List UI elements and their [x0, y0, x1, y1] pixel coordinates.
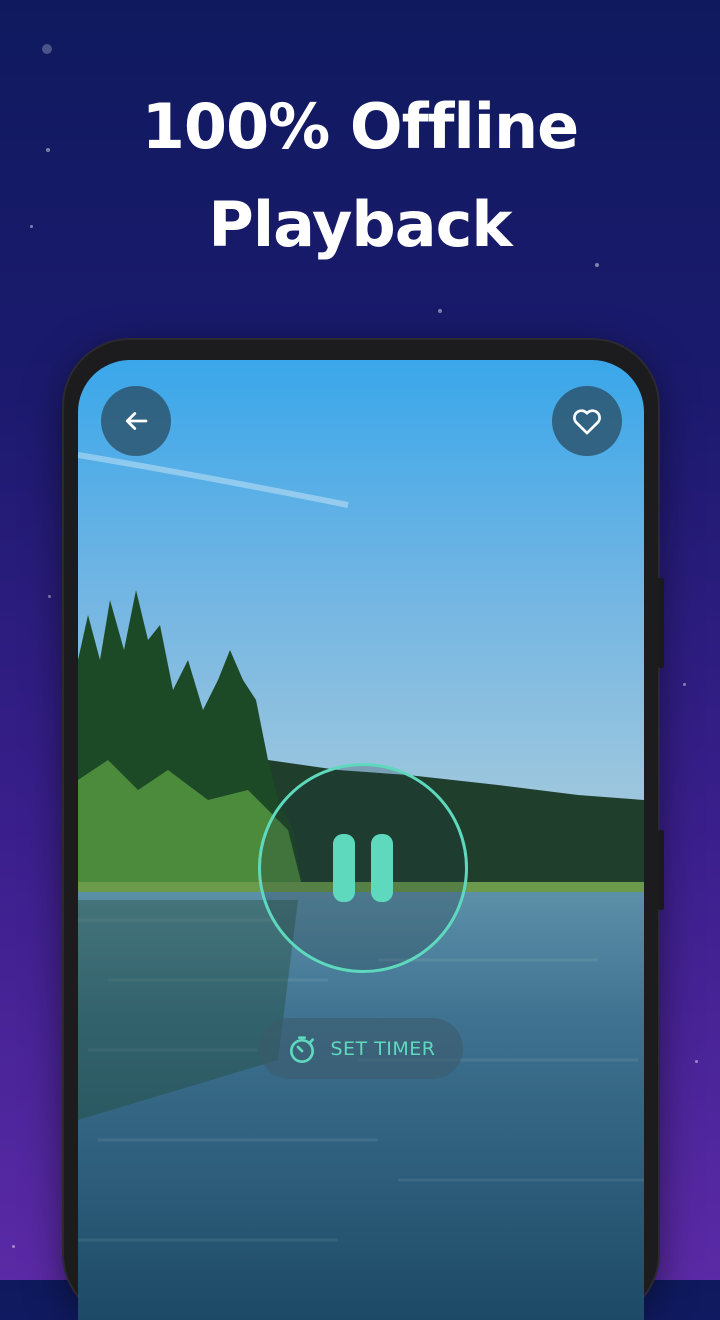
headline-line-2: Playback	[208, 188, 512, 261]
favorite-button[interactable]	[552, 386, 622, 456]
heart-outline-icon	[573, 409, 601, 435]
set-timer-label: SET TIMER	[330, 1037, 436, 1060]
headline-line-1: 100% Offline	[141, 90, 579, 163]
pause-icon	[333, 834, 355, 902]
back-button[interactable]	[101, 386, 171, 456]
pause-icon	[371, 834, 393, 902]
phone-frame: SET TIMER	[64, 340, 664, 1320]
stopwatch-icon	[290, 1035, 315, 1063]
player-screen: SET TIMER	[78, 360, 644, 1320]
pause-button[interactable]	[258, 763, 468, 973]
phone-side-button	[658, 830, 664, 910]
phone-side-button	[658, 578, 664, 668]
arrow-left-icon	[125, 412, 148, 430]
set-timer-button[interactable]: SET TIMER	[259, 1018, 463, 1079]
headline: 100% Offline Playback	[0, 78, 720, 274]
